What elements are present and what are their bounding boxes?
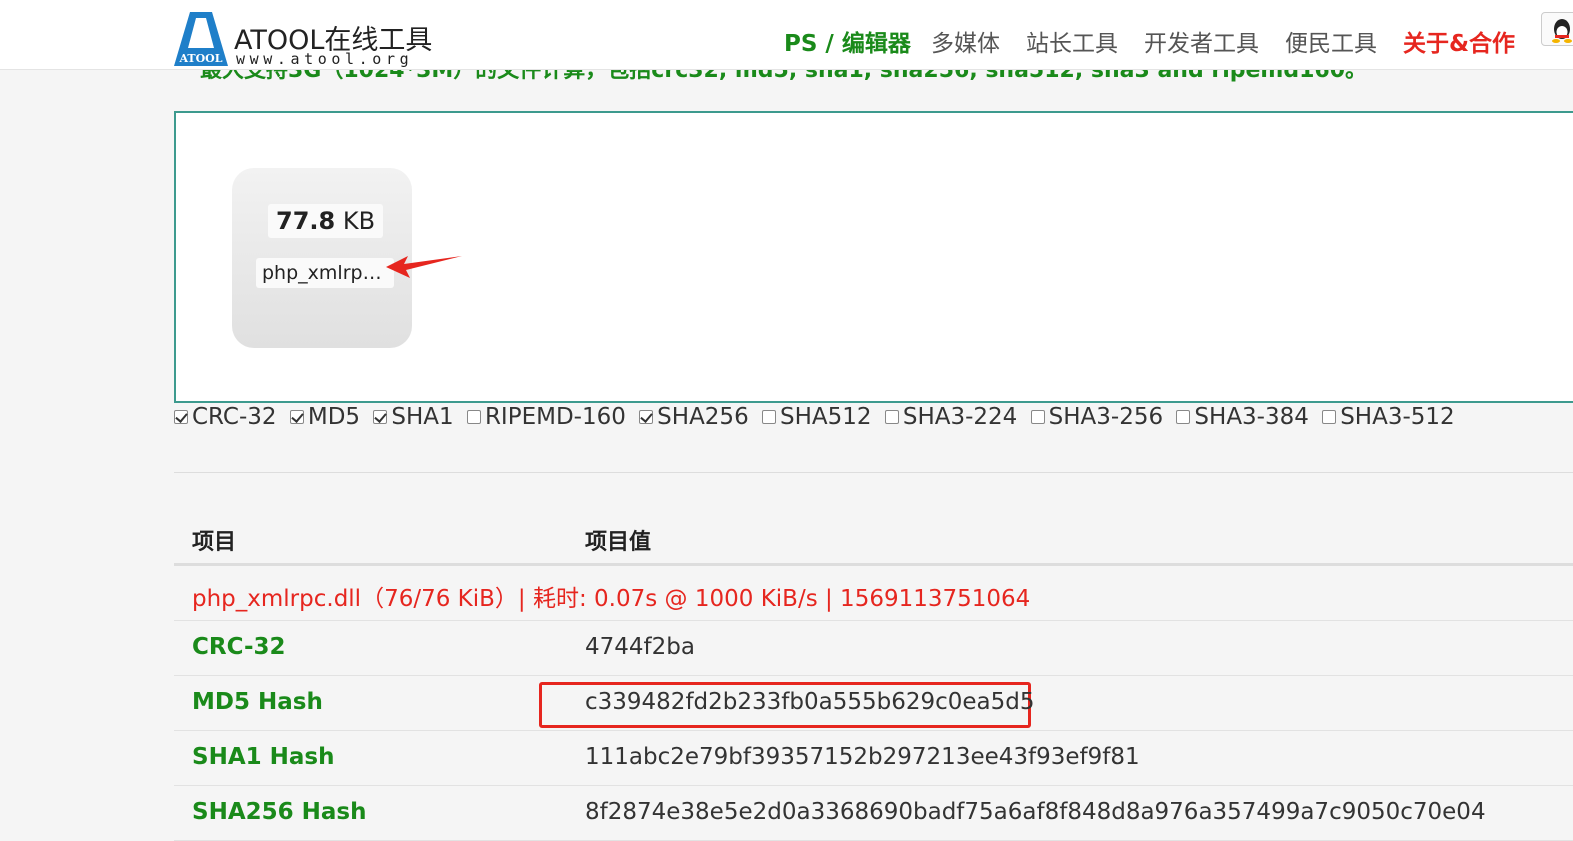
row-key: SHA1 Hash	[192, 744, 335, 770]
algo-sha256[interactable]: SHA256	[639, 404, 749, 430]
algo-sha3-384[interactable]: SHA3-384	[1176, 404, 1309, 430]
checkbox-sha3-256[interactable]	[1030, 410, 1045, 424]
table-row-summary: php_xmlrpc.dll（76/76 KiB）| 耗时: 0.07s @ 1…	[174, 566, 1573, 621]
file-size: 77.8 KB	[268, 204, 384, 238]
checkbox-md5[interactable]	[289, 410, 304, 424]
algorithm-options: CRC-32 MD5 SHA1 RIPEMD-160 SHA256 SHA512…	[174, 404, 1461, 436]
main-nav: PS / 编辑器 多媒体 站长工具 开发者工具 便民工具 关于&合作	[0, 24, 1573, 58]
qq-login-icon[interactable]	[1541, 12, 1573, 46]
nav-convenience-tools[interactable]: 便民工具	[1285, 24, 1377, 58]
algo-ripemd160[interactable]: RIPEMD-160	[466, 404, 626, 430]
table-row: SHA256 Hash 8f2874e38e5e2d0a3368690badf7…	[174, 786, 1573, 841]
red-arrow-annotation-icon	[386, 256, 462, 278]
row-value[interactable]: 4744f2ba	[585, 634, 695, 660]
checkbox-sha3-384[interactable]	[1176, 410, 1191, 424]
checkbox-ripemd160[interactable]	[466, 410, 481, 424]
algo-sha3-224[interactable]: SHA3-224	[884, 404, 1017, 430]
row-key: SHA256 Hash	[192, 799, 367, 825]
checkbox-sha512[interactable]	[762, 410, 777, 424]
table-row: SHA1 Hash 111abc2e79bf39357152b297213ee4…	[174, 731, 1573, 786]
row-value[interactable]: c339482fd2b233fb0a555b629c0ea5d5	[585, 689, 1035, 715]
algo-sha3-512[interactable]: SHA3-512	[1322, 404, 1455, 430]
row-key: CRC-32	[192, 634, 286, 660]
algo-crc32[interactable]: CRC-32	[174, 404, 277, 430]
summary-text: php_xmlrpc.dll（76/76 KiB）| 耗时: 0.07s @ 1…	[192, 586, 1031, 612]
table-header: 项目 项目值	[174, 512, 1573, 566]
nav-ps-editor[interactable]: PS / 编辑器	[784, 24, 911, 58]
algo-sha1[interactable]: SHA1	[373, 404, 454, 430]
divider	[174, 472, 1573, 473]
table-row: MD5 Hash c339482fd2b233fb0a555b629c0ea5d…	[174, 676, 1573, 731]
checkbox-crc32[interactable]	[174, 410, 188, 424]
row-value[interactable]: 8f2874e38e5e2d0a3368690badf75a6af8f848d8…	[585, 799, 1486, 825]
nav-about[interactable]: 关于&合作	[1403, 24, 1515, 58]
nav-developer-tools[interactable]: 开发者工具	[1144, 24, 1259, 58]
table-row: CRC-32 4744f2ba	[174, 621, 1573, 676]
checkbox-sha3-512[interactable]	[1322, 410, 1337, 424]
checkbox-sha1[interactable]	[373, 410, 388, 424]
nav-multimedia[interactable]: 多媒体	[931, 24, 1000, 58]
site-header: ATOOL ATOOL在线工具 www.atool.org PS / 编辑器 多…	[0, 0, 1573, 70]
algo-sha512[interactable]: SHA512	[762, 404, 872, 430]
algo-md5[interactable]: MD5	[289, 404, 360, 430]
row-value[interactable]: 111abc2e79bf39357152b297213ee43f93ef9f81	[585, 744, 1140, 770]
column-header-item: 项目	[192, 530, 237, 555]
row-key: MD5 Hash	[192, 689, 323, 715]
nav-webmaster-tools[interactable]: 站长工具	[1026, 24, 1118, 58]
checkbox-sha256[interactable]	[639, 410, 654, 424]
hash-result-table: 项目 项目值 php_xmlrpc.dll（76/76 KiB）| 耗时: 0.…	[174, 512, 1573, 841]
column-header-value: 项目值	[585, 530, 652, 555]
file-name: php_xmlrpc.dll	[256, 258, 394, 288]
algo-sha3-256[interactable]: SHA3-256	[1030, 404, 1163, 430]
checkbox-sha3-224[interactable]	[884, 410, 899, 424]
